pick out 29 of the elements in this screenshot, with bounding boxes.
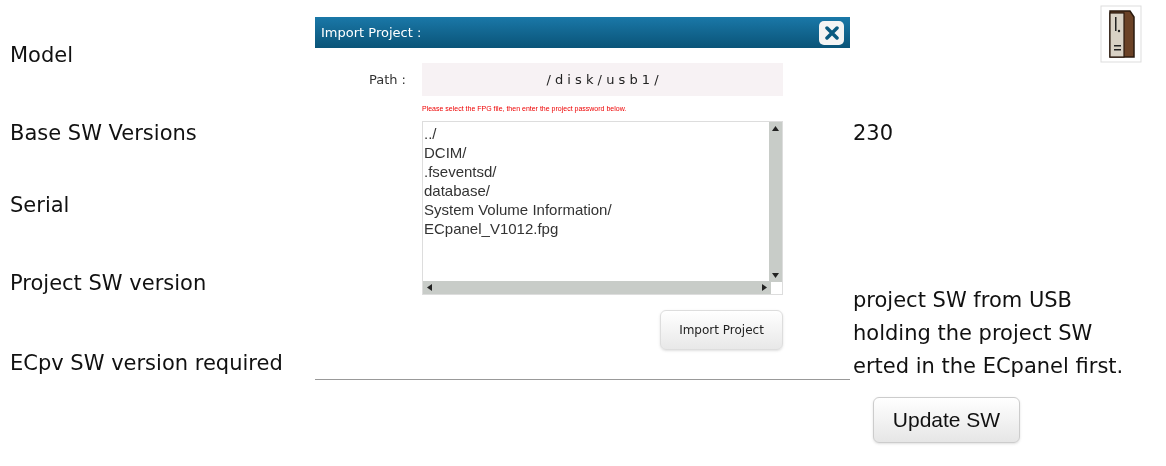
left-arrow-icon [427,284,432,291]
note-line: erted in the ECpanel first. [853,353,1124,380]
field-label: Serial [10,192,70,219]
close-icon [824,25,839,40]
file-item[interactable]: database/ [424,181,490,200]
path-label: Path : [367,70,407,89]
vertical-scrollbar[interactable] [769,122,782,282]
dialog-title: Import Project : [321,23,422,42]
down-arrow-icon [772,273,779,278]
import-button[interactable]: Import Project [660,310,783,350]
field-label: Base SW Versions [10,120,197,147]
close-button[interactable] [819,20,844,45]
up-arrow-icon [772,126,779,131]
file-item[interactable]: .fseventsd/ [424,162,497,181]
note-line: holding the project SW [853,320,1093,347]
file-item[interactable]: ECpanel_V1012.fpg [424,219,559,238]
path-field: / d i s k / u s b 1 / [422,63,783,96]
field-label: ECpv SW version required [10,350,283,377]
right-arrow-icon [762,284,767,291]
field-label: Model [10,42,74,69]
update-button[interactable]: Update SW [873,397,1020,443]
file-item[interactable]: System Volume Information/ [424,200,612,219]
field-label: Project SW version [10,270,207,297]
note-line: project SW from USB [853,287,1072,314]
device-icon [1100,5,1142,63]
file-item[interactable]: DCIM/ [424,143,467,162]
horizontal-scrollbar[interactable] [423,281,771,294]
file-item[interactable]: ../ [424,124,437,143]
field-value: 230 [853,120,894,147]
